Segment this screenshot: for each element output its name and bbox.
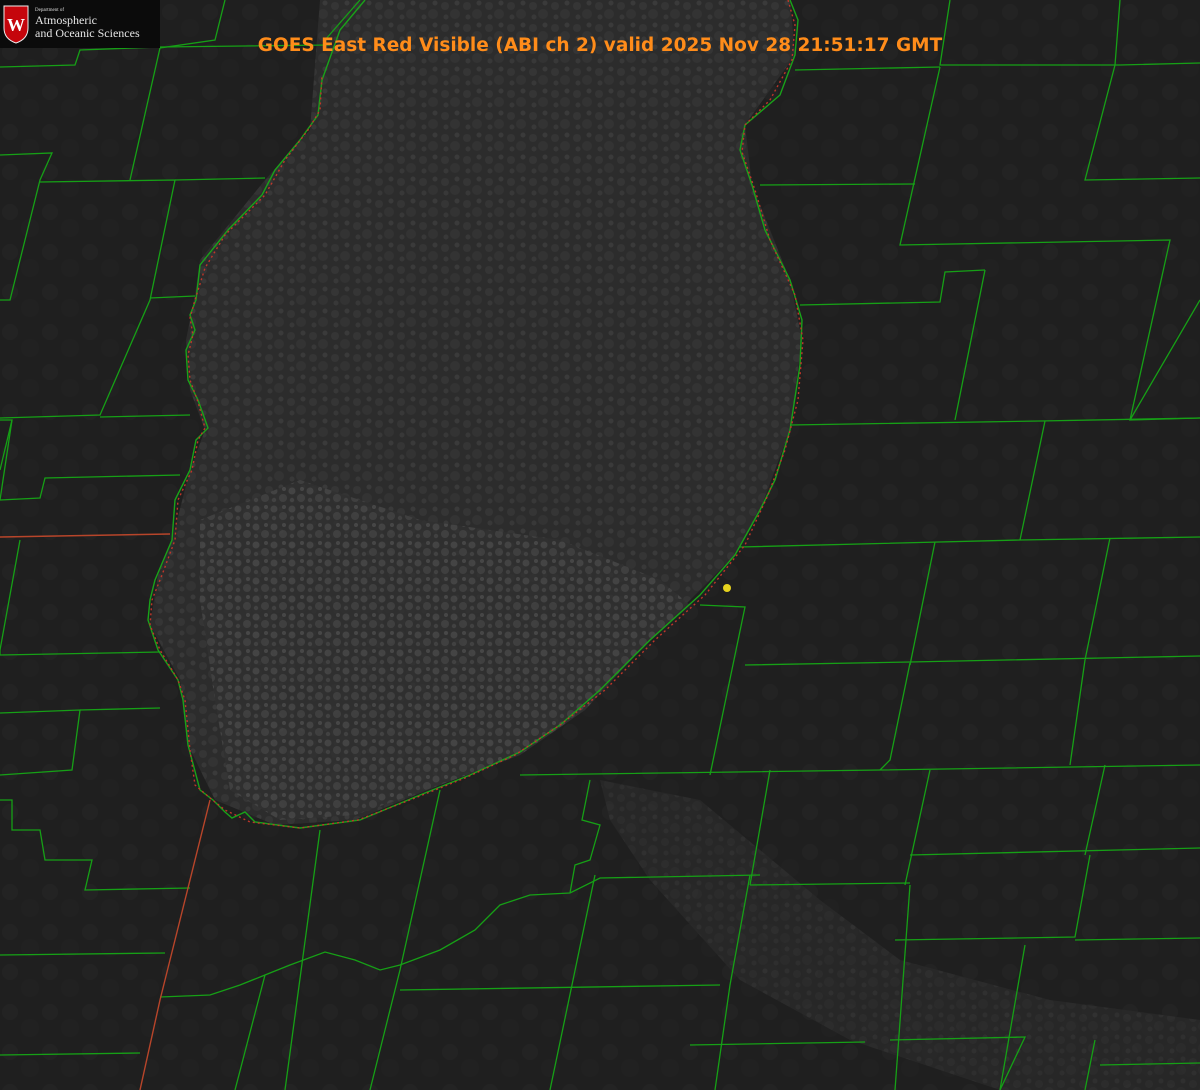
satellite-viewer: W Department of Atmospheric and Oceanic … [0,0,1200,1090]
station-marker [723,584,731,592]
crest-letter: W [7,15,25,35]
satellite-image [0,0,1200,1090]
image-title: GOES East Red Visible (ABI ch 2) valid 2… [257,35,943,56]
